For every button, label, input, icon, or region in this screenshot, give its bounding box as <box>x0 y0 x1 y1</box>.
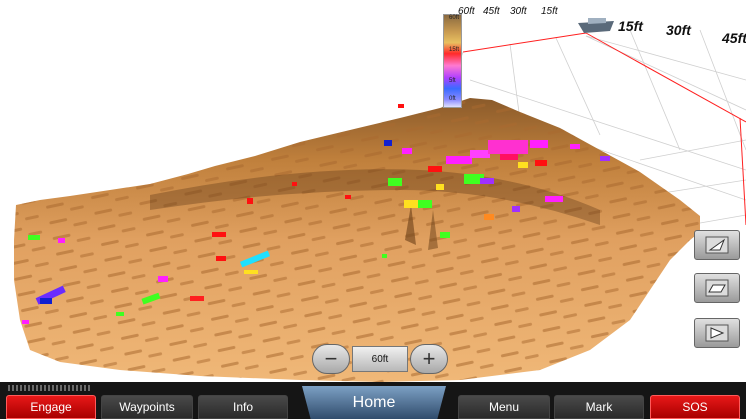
info-button[interactable]: Info <box>198 395 288 419</box>
view-side-button[interactable] <box>694 318 740 348</box>
range-label-3: 45ft <box>722 30 746 46</box>
scale-tick-1: 60ft <box>449 15 460 21</box>
view-flat-button[interactable] <box>694 273 740 303</box>
boat-icon <box>578 18 614 33</box>
zoom-control: − 60ft + <box>312 344 448 374</box>
range-label-2: 30ft <box>666 22 691 38</box>
scale-tick-4: 0ft <box>449 96 456 102</box>
home-button[interactable]: Home <box>302 386 446 419</box>
menu-button[interactable]: Menu <box>458 395 550 419</box>
zoom-range-value: 60ft <box>352 346 408 372</box>
mark-button[interactable]: Mark <box>554 395 644 419</box>
sos-button[interactable]: SOS <box>650 395 740 419</box>
minus-icon: − <box>324 346 338 371</box>
depth-label-top-3: 30ft <box>510 6 527 17</box>
zoom-out-button[interactable]: − <box>312 344 350 374</box>
scale-tick-2: 15ft <box>449 47 460 53</box>
color-scale-bar <box>443 14 462 108</box>
view-flat-icon <box>705 279 729 297</box>
view-angle-button[interactable] <box>694 230 740 260</box>
range-label-1: 15ft <box>618 18 643 34</box>
waypoints-button[interactable]: Waypoints <box>101 395 193 419</box>
engage-button[interactable]: Engage <box>6 395 96 419</box>
zoom-in-button[interactable]: + <box>410 344 448 374</box>
plus-icon: + <box>422 346 436 371</box>
seafloor-surface <box>14 98 700 382</box>
grip-handle-icon[interactable] <box>8 385 92 391</box>
view-side-icon <box>705 324 729 342</box>
view-angle-icon <box>705 236 729 254</box>
depth-label-top-2: 45ft <box>483 6 500 17</box>
depth-label-top-4: 15ft <box>541 6 558 17</box>
scale-tick-3: 5ft <box>449 78 456 84</box>
